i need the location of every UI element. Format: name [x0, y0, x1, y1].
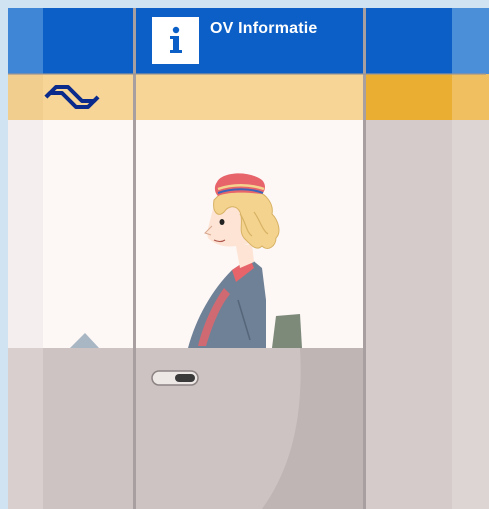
ov-info-booth-scene: OV Informatie: [0, 0, 489, 509]
left-counter-shade: [8, 348, 43, 509]
sign-band-left-shade: [8, 8, 43, 74]
frame-post-right: [363, 8, 366, 509]
yellow-band-right-shade: [452, 74, 489, 120]
frame-divider: [8, 73, 486, 75]
counter-monitor: [272, 314, 302, 348]
ticket-slot-opening: [175, 374, 195, 382]
sign-band-right-shade: [452, 8, 489, 74]
yellow-band-left-shade: [8, 74, 43, 120]
right-panel-shade: [452, 120, 489, 509]
yellow-band-right: [365, 74, 452, 120]
sign-band: [8, 8, 486, 74]
sign-title: OV Informatie: [210, 20, 318, 37]
info-sign-icon: [152, 17, 199, 64]
left-window-shade: [8, 120, 43, 348]
frame-post-left: [133, 8, 136, 509]
booth-illustration: [0, 0, 489, 509]
